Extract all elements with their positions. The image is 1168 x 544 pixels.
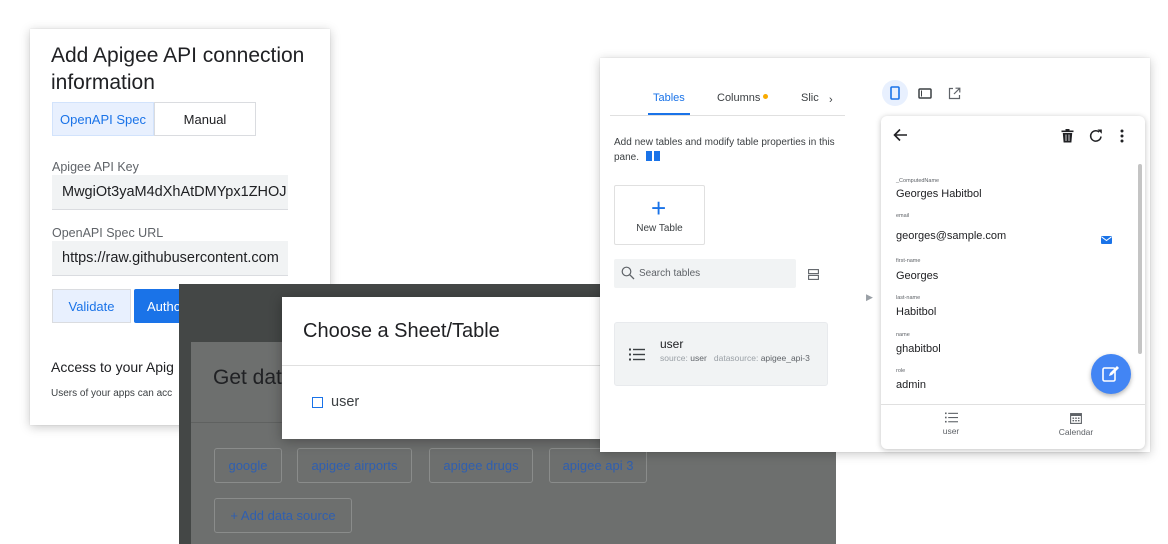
new-table-button[interactable]: + New Table bbox=[614, 185, 705, 245]
api-key-label: Apigee API Key bbox=[52, 160, 139, 174]
edit-icon bbox=[1102, 366, 1119, 382]
data-source-title: Get dat bbox=[213, 366, 282, 389]
email-icon[interactable] bbox=[1101, 231, 1112, 249]
tab-slices[interactable]: Slic bbox=[801, 92, 819, 104]
scrollbar[interactable] bbox=[1138, 164, 1142, 354]
field-value: Georges bbox=[896, 270, 939, 282]
datasource-value: apigee_api-3 bbox=[760, 353, 810, 363]
api-key-input[interactable]: MwgiOt3yaM4dXhAtDMYpx1ZHOJ bbox=[52, 175, 288, 210]
openapi-spec-tab[interactable]: OpenAPI Spec bbox=[52, 102, 154, 136]
new-table-label: New Table bbox=[636, 223, 683, 234]
pane-description: Add new tables and modify table properti… bbox=[614, 136, 836, 167]
validate-button[interactable]: Validate bbox=[52, 289, 131, 323]
list-icon bbox=[629, 348, 645, 366]
source-label: source: bbox=[660, 353, 688, 363]
open-external-button[interactable] bbox=[941, 80, 967, 106]
field-label: name bbox=[896, 332, 910, 338]
field-value: Georges Habitbol bbox=[896, 188, 982, 200]
table-meta: source: user datasource: apigee_api-3 bbox=[660, 353, 820, 364]
search-placeholder: Search tables bbox=[639, 268, 701, 279]
field-label: _ComputedName bbox=[896, 178, 940, 184]
phone-view-button[interactable] bbox=[882, 80, 908, 106]
plus-icon: + bbox=[651, 193, 667, 223]
spec-url-input[interactable]: https://raw.githubusercontent.com bbox=[52, 241, 288, 276]
tablet-view-button[interactable] bbox=[912, 80, 938, 106]
tabs-underline bbox=[610, 115, 845, 116]
panel-title: Add Apigee API connection information bbox=[51, 44, 305, 94]
more-vert-icon[interactable] bbox=[1119, 128, 1125, 149]
columns-badge-dot bbox=[763, 94, 768, 99]
source-value: user bbox=[690, 353, 707, 363]
app-preview-phone: _ComputedName Georges Habitbol email geo… bbox=[881, 116, 1145, 449]
sheet-option-user[interactable]: user bbox=[331, 394, 359, 410]
book-icon[interactable] bbox=[645, 150, 661, 167]
tables-editor-panel: Tables Columns Slic › Add new tables and… bbox=[600, 58, 1150, 452]
search-tables-input[interactable]: Search tables bbox=[614, 259, 796, 288]
phone-icon bbox=[890, 86, 900, 100]
list-icon bbox=[944, 412, 958, 423]
calendar-icon bbox=[1070, 413, 1082, 424]
field-label: email bbox=[896, 213, 910, 219]
datasource-chip-google[interactable]: google bbox=[214, 448, 282, 483]
divider bbox=[282, 365, 612, 366]
tablet-icon bbox=[918, 87, 932, 99]
field-value-email[interactable]: georges@sample.com bbox=[896, 230, 1006, 242]
datasource-label: datasource: bbox=[713, 353, 759, 363]
edit-fab-button[interactable] bbox=[1091, 354, 1131, 394]
divider bbox=[881, 404, 1145, 405]
collapse-pane-icon[interactable]: ▶ bbox=[866, 292, 873, 303]
refresh-icon[interactable] bbox=[1088, 128, 1104, 149]
spec-url-label: OpenAPI Spec URL bbox=[52, 226, 164, 240]
field-value: Habitbol bbox=[896, 306, 937, 318]
back-arrow-icon[interactable] bbox=[893, 128, 908, 147]
nav-item-user[interactable]: user bbox=[921, 412, 981, 436]
field-label: role bbox=[896, 368, 906, 374]
nav-calendar-label: Calendar bbox=[1058, 427, 1094, 437]
manual-tab[interactable]: Manual bbox=[154, 102, 256, 136]
open-external-icon bbox=[948, 87, 960, 99]
nav-item-calendar[interactable]: Calendar bbox=[1046, 412, 1106, 437]
datasource-chip-airports[interactable]: apigee airports bbox=[297, 448, 412, 483]
field-label: first-name bbox=[896, 258, 921, 264]
field-label: last-name bbox=[896, 295, 921, 301]
choose-sheet-dialog: Choose a Sheet/Table user bbox=[282, 297, 612, 439]
tabs-scroll-right-icon[interactable]: › bbox=[829, 94, 833, 106]
search-icon bbox=[621, 266, 635, 285]
sheet-checkbox[interactable] bbox=[312, 397, 323, 408]
table-name: user bbox=[660, 337, 684, 351]
tab-tables[interactable]: Tables bbox=[653, 92, 685, 104]
view-toggle-icon[interactable] bbox=[808, 267, 819, 285]
field-value: admin bbox=[896, 379, 926, 391]
dialog-title: Choose a Sheet/Table bbox=[303, 320, 500, 342]
add-data-source-button[interactable]: + Add data source bbox=[214, 498, 352, 533]
datasource-chip-drugs[interactable]: apigee drugs bbox=[429, 448, 533, 483]
datasource-chip-api3[interactable]: apigee api 3 bbox=[549, 448, 647, 483]
table-card-user[interactable]: user source: user datasource: apigee_api… bbox=[614, 322, 828, 386]
delete-icon[interactable] bbox=[1061, 129, 1074, 148]
tab-columns[interactable]: Columns bbox=[717, 92, 760, 104]
nav-user-label: user bbox=[942, 426, 960, 436]
access-section-description: Users of your apps can acc bbox=[51, 388, 173, 399]
access-section-title: Access to your Apig bbox=[51, 359, 174, 375]
field-value: ghabitbol bbox=[896, 343, 941, 355]
